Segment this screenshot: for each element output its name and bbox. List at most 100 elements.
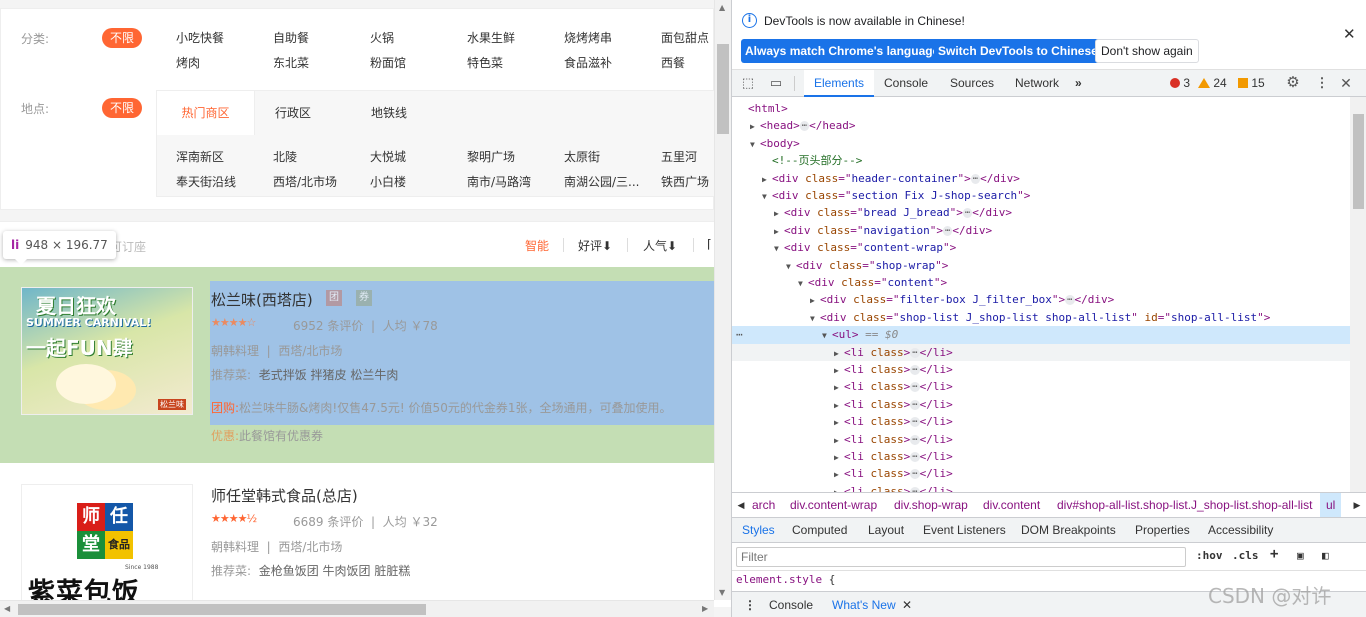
dom-node[interactable]: ▶<li class>⋯</li> [732, 343, 1350, 362]
element-style-rule[interactable]: element.style { [736, 573, 835, 586]
sort-popularity[interactable]: 人气⬇ [643, 237, 677, 254]
cuisine-tag[interactable]: 朝韩料理 [211, 540, 259, 554]
category-link[interactable]: 火锅 [370, 29, 467, 46]
breadcrumb-item[interactable]: div.content-wrap [790, 493, 877, 517]
tab-event-listeners[interactable]: Event Listeners [923, 518, 1006, 543]
location-link[interactable]: 太原街 [564, 148, 661, 165]
expanded-triangle-icon[interactable]: ▼ [750, 136, 760, 153]
shop-item[interactable]: 师 任 堂 食品 Since 1988 紫菜包饭 师任堂韩式食品(总店) ★★★… [0, 463, 731, 612]
expanded-triangle-icon[interactable]: ▼ [774, 240, 784, 257]
dom-node[interactable]: ▶<li class>⋯</li> [732, 361, 1350, 378]
tab-hot-district[interactable]: 热门商区 [157, 91, 255, 135]
cuisine-tag[interactable]: 朝韩料理 [211, 344, 259, 358]
dom-node[interactable]: ▶ <div class="bread J_bread"> ⋯ </div> [732, 204, 1350, 221]
styles-filter-input[interactable] [736, 547, 1186, 567]
area-tag[interactable]: 西塔/北市场 [278, 344, 342, 358]
shop-image[interactable]: 师 任 堂 食品 Since 1988 紫菜包饭 [21, 484, 193, 612]
scroll-left-icon[interactable]: ◀ [4, 604, 10, 613]
expanded-triangle-icon[interactable]: ▼ [786, 258, 796, 275]
collapsed-triangle-icon[interactable]: ▶ [810, 292, 820, 309]
dom-node[interactable]: ▼ <div class="shop-list J_shop-list shop-… [732, 309, 1350, 326]
dom-node[interactable]: ▼ <div class="section Fix J-shop-search"> [732, 187, 1350, 204]
location-link[interactable]: 北陵 [273, 148, 370, 165]
shop-name[interactable]: 师任堂韩式食品(总店) [211, 485, 358, 506]
sort-smart[interactable]: 智能 [525, 237, 549, 254]
location-link[interactable]: 大悦城 [370, 148, 467, 165]
dom-node[interactable]: ▶<li class>⋯</li> [732, 431, 1350, 448]
scroll-thumb[interactable] [1353, 114, 1364, 209]
dom-node[interactable]: ▼ <div class="content"> [732, 274, 1350, 291]
breadcrumb-item[interactable]: div.content [983, 493, 1040, 517]
collapsed-triangle-icon[interactable]: ▶ [834, 397, 844, 414]
location-link[interactable]: 南湖公园/三... [564, 173, 661, 190]
tab-layout[interactable]: Layout [868, 518, 904, 543]
location-all-pill[interactable]: 不限 [102, 98, 142, 118]
breadcrumb-left-icon[interactable]: ◀ [732, 493, 750, 517]
settings-gear-icon[interactable]: ⚙ [1285, 75, 1301, 91]
dom-node[interactable]: ▶ <div class="filter-box J_filter_box"> ⋯ <… [732, 291, 1350, 308]
shop-image[interactable]: 夏日狂欢 SUMMER CARNIVAL! 一起FUN肆 松兰味 [21, 287, 193, 415]
shop-item[interactable]: 夏日狂欢 SUMMER CARNIVAL! 一起FUN肆 松兰味 松兰味(西塔店… [0, 267, 731, 463]
breadcrumb-item[interactable]: div.shop-wrap [894, 493, 968, 517]
dont-show-again-button[interactable]: Don't show again [1095, 39, 1199, 63]
scroll-right-icon[interactable]: ▶ [702, 604, 708, 613]
collapsed-triangle-icon[interactable]: ▶ [762, 171, 772, 188]
category-all-pill[interactable]: 不限 [102, 28, 142, 48]
category-link[interactable]: 水果生鲜 [467, 29, 564, 46]
area-tag[interactable]: 西塔/北市场 [278, 540, 342, 554]
class-toggle[interactable]: .cls [1232, 549, 1259, 562]
switch-to-chinese-button[interactable]: Switch DevTools to Chinese [934, 39, 1102, 63]
collapsed-triangle-icon[interactable]: ▶ [834, 432, 844, 449]
promo-coupon[interactable]: 优惠:此餐馆有优惠券 [211, 427, 323, 444]
tab-console[interactable]: Console [884, 70, 928, 97]
dom-node[interactable]: ▶ <div class="navigation"> ⋯ </div> [732, 222, 1350, 239]
dom-node[interactable]: <!--页头部分--> [732, 152, 1350, 169]
collapsed-triangle-icon[interactable]: ▶ [834, 345, 844, 362]
dish-list[interactable]: 金枪鱼饭团 牛肉饭团 脏脏糕 [259, 564, 411, 578]
expanded-triangle-icon[interactable]: ▼ [798, 275, 808, 292]
tab-styles[interactable]: Styles [742, 518, 775, 545]
location-link[interactable]: 浑南新区 [176, 148, 273, 165]
dom-node[interactable]: ▶<li class>⋯</li> [732, 465, 1350, 482]
dom-node[interactable]: ▼ <div class="content-wrap"> [732, 239, 1350, 256]
collapsed-triangle-icon[interactable]: ▶ [774, 205, 784, 222]
dish-list[interactable]: 老式拌饭 拌猪皮 松兰牛肉 [259, 368, 399, 382]
review-count[interactable]: 6952 条评价 [293, 319, 363, 333]
expanded-triangle-icon[interactable]: ▼ [762, 188, 772, 205]
more-tabs-icon[interactable]: » [1075, 70, 1082, 97]
location-link[interactable]: 奉天街沿线 [176, 173, 273, 190]
sort-more[interactable]: ⌈ [707, 237, 712, 251]
expanded-triangle-icon[interactable]: ▼ [810, 310, 820, 327]
category-link[interactable]: 烧烤烤串 [564, 29, 661, 46]
elements-dom-tree[interactable]: <html> ▶ <head> ⋯ </head> ▼ <body> <!--页头部分--> ▶… [732, 97, 1350, 492]
drawer-tab-console[interactable]: Console [769, 592, 813, 617]
collapsed-triangle-icon[interactable]: ▶ [834, 379, 844, 396]
collapsed-triangle-icon[interactable]: ▶ [834, 362, 844, 379]
tab-properties[interactable]: Properties [1135, 518, 1190, 543]
page-vertical-scrollbar[interactable]: ▲ ▼ [714, 0, 731, 600]
review-count[interactable]: 6689 条评价 [293, 515, 363, 529]
warning-counter[interactable]: 24 [1198, 70, 1227, 97]
collapsed-triangle-icon[interactable]: ▶ [834, 449, 844, 466]
category-link[interactable]: 特色菜 [467, 54, 564, 71]
node-actions-icon[interactable]: ⋯ [736, 326, 743, 343]
scroll-thumb[interactable] [717, 44, 729, 134]
tab-computed[interactable]: Computed [792, 518, 847, 543]
category-link[interactable]: 烤肉 [176, 54, 273, 71]
dom-node[interactable]: ▶ <div class="header-container"> ⋯ </div> [732, 170, 1350, 187]
location-link[interactable]: 南市/马路湾 [467, 173, 564, 190]
shop-name[interactable]: 松兰味(西塔店) [211, 289, 313, 310]
collapsed-triangle-icon[interactable]: ▶ [750, 118, 760, 135]
tab-network[interactable]: Network [1015, 70, 1059, 97]
error-counter[interactable]: 3 [1170, 70, 1190, 97]
page-horizontal-scrollbar[interactable]: ◀ ▶ [0, 600, 714, 617]
drawer-menu-icon[interactable]: ⋮ [744, 592, 756, 617]
tab-admin-district[interactable]: 行政区 [275, 91, 311, 135]
scroll-thumb[interactable] [18, 604, 426, 615]
expanded-triangle-icon[interactable]: ▼ [822, 327, 832, 344]
collapsed-triangle-icon[interactable]: ▶ [834, 484, 844, 492]
collapsed-triangle-icon[interactable]: ▶ [774, 223, 784, 240]
toggle-sidebar-icon[interactable]: ◧ [1322, 549, 1329, 562]
scroll-up-icon[interactable]: ▲ [719, 3, 725, 12]
tab-dom-breakpoints[interactable]: DOM Breakpoints [1021, 518, 1116, 543]
